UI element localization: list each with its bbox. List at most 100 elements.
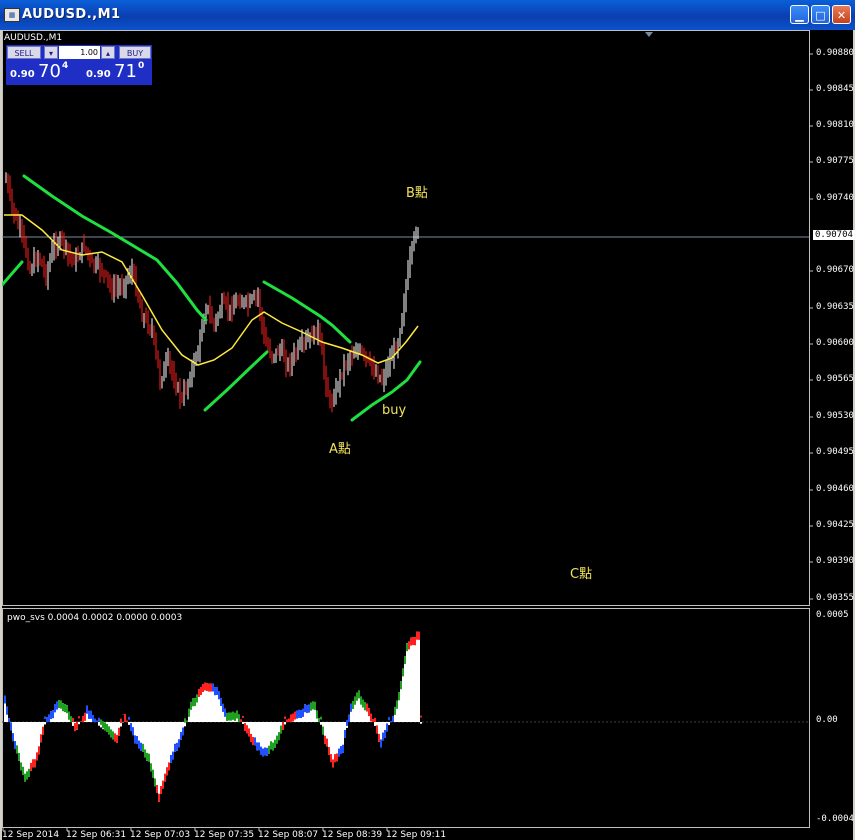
histogram-cap [416,631,418,640]
histogram-cap [140,742,142,751]
histogram-cap [250,733,252,742]
histogram-cap [286,719,288,722]
time-tick-label: 12 Sep 08:07 [258,830,319,840]
histogram-cap [266,747,268,756]
histogram-bar [408,641,410,722]
histogram-cap [318,718,320,722]
histogram-cap [350,703,352,712]
histogram-bar [402,668,404,722]
histogram-cap [154,778,156,787]
chart-window-icon: ▦ [4,8,20,22]
sell-quote[interactable]: 0.90 70 4 [10,61,78,85]
buy-button[interactable]: BUY [119,46,151,59]
histogram-cap [338,748,340,757]
lot-decrease-button[interactable]: ▾ [44,46,58,59]
histogram-cap [86,705,88,714]
lot-size-input[interactable]: 1.00 [59,46,100,59]
price-tick-label: 0.90495 [816,447,854,457]
histogram-cap [212,683,214,692]
histogram-cap [84,712,86,721]
histogram-cap [170,754,172,763]
histogram-cap [116,734,118,743]
histogram-cap [356,692,358,701]
histogram-cap [198,688,200,697]
histogram-bar [98,722,100,726]
price-tick-label: 0.90565 [816,374,854,384]
histogram-cap [202,684,204,693]
histogram-cap [70,716,72,722]
histogram-cap [114,733,116,742]
buy-quote[interactable]: 0.90 71 0 [86,61,152,85]
histogram-bar [284,722,286,725]
histogram-bar [154,722,156,787]
histogram-bar [242,722,244,724]
histogram-cap [248,728,250,737]
histogram-cap [6,706,8,715]
histogram-cap [226,712,228,721]
title-bar: ▦ AUDUSD.,M1 ▁ □ ✕ [0,0,855,30]
histogram-cap [322,726,324,735]
maximize-button[interactable]: □ [811,5,830,24]
histogram-cap [78,716,80,719]
histogram-cap [242,715,244,718]
histogram-cap [162,780,164,789]
price-tick-label: 0.90635 [816,302,854,312]
price-tick-label: 0.90460 [816,484,854,494]
histogram-cap [108,726,110,735]
histogram-bar [388,722,390,726]
histogram-cap [94,718,96,722]
histogram-cap [206,683,208,692]
lot-increase-button[interactable]: ▴ [101,46,115,59]
histogram-cap [364,702,366,711]
histogram-cap [178,739,180,748]
histogram-bar [158,722,160,802]
histogram-cap [216,686,218,695]
annotation-c-point: C點 [570,567,593,582]
histogram-cap [42,726,44,735]
histogram-cap [376,725,378,734]
histogram-cap [312,701,314,710]
price-tick-label: 0.90880 [816,48,854,58]
histogram-cap [372,719,374,722]
histogram-cap [294,711,296,720]
histogram-cap [200,686,202,695]
histogram-cap [124,714,126,722]
histogram-cap [414,637,416,646]
histogram-bar [420,722,422,724]
histogram-bar [164,722,166,782]
histogram-cap [368,708,370,717]
histogram-cap [188,708,190,717]
chart-canvas[interactable]: AUDUSD.,M1 SELL ▾ 1.00 ▴ BUY 0.90 70 4 0… [2,30,855,840]
histogram-cap [82,716,84,722]
close-button[interactable]: ✕ [832,5,851,24]
price-tick-label: 0.90355 [816,593,854,603]
histogram-cap [12,733,14,742]
histogram-bar [28,722,30,777]
histogram-cap [32,759,34,768]
histogram-cap [10,722,12,731]
histogram-cap [40,734,42,743]
histogram-cap [292,713,294,722]
histogram-cap [234,712,236,721]
histogram-cap [410,637,412,646]
histogram-cap [296,710,298,719]
histogram-cap [366,703,368,712]
histogram-cap [150,763,152,772]
histogram-cap [92,715,94,722]
histogram-cap [378,733,380,742]
chart-svg [2,30,813,831]
histogram-cap [26,771,28,780]
envelope-band-line [2,260,24,287]
histogram-cap [252,737,254,746]
one-click-trading-panel: SELL ▾ 1.00 ▴ BUY 0.90 70 4 0.90 71 0 [6,45,152,85]
sell-button[interactable]: SELL [7,46,41,59]
minimize-button[interactable]: ▁ [790,5,809,24]
histogram-cap [346,719,348,726]
histogram-cap [220,697,222,706]
histogram-cap [310,702,312,711]
time-tick-label: 12 Sep 2014 [2,830,60,840]
histogram-cap [50,711,52,720]
histogram-cap [314,701,316,710]
histogram-cap [254,737,256,746]
histogram-cap [164,773,166,782]
